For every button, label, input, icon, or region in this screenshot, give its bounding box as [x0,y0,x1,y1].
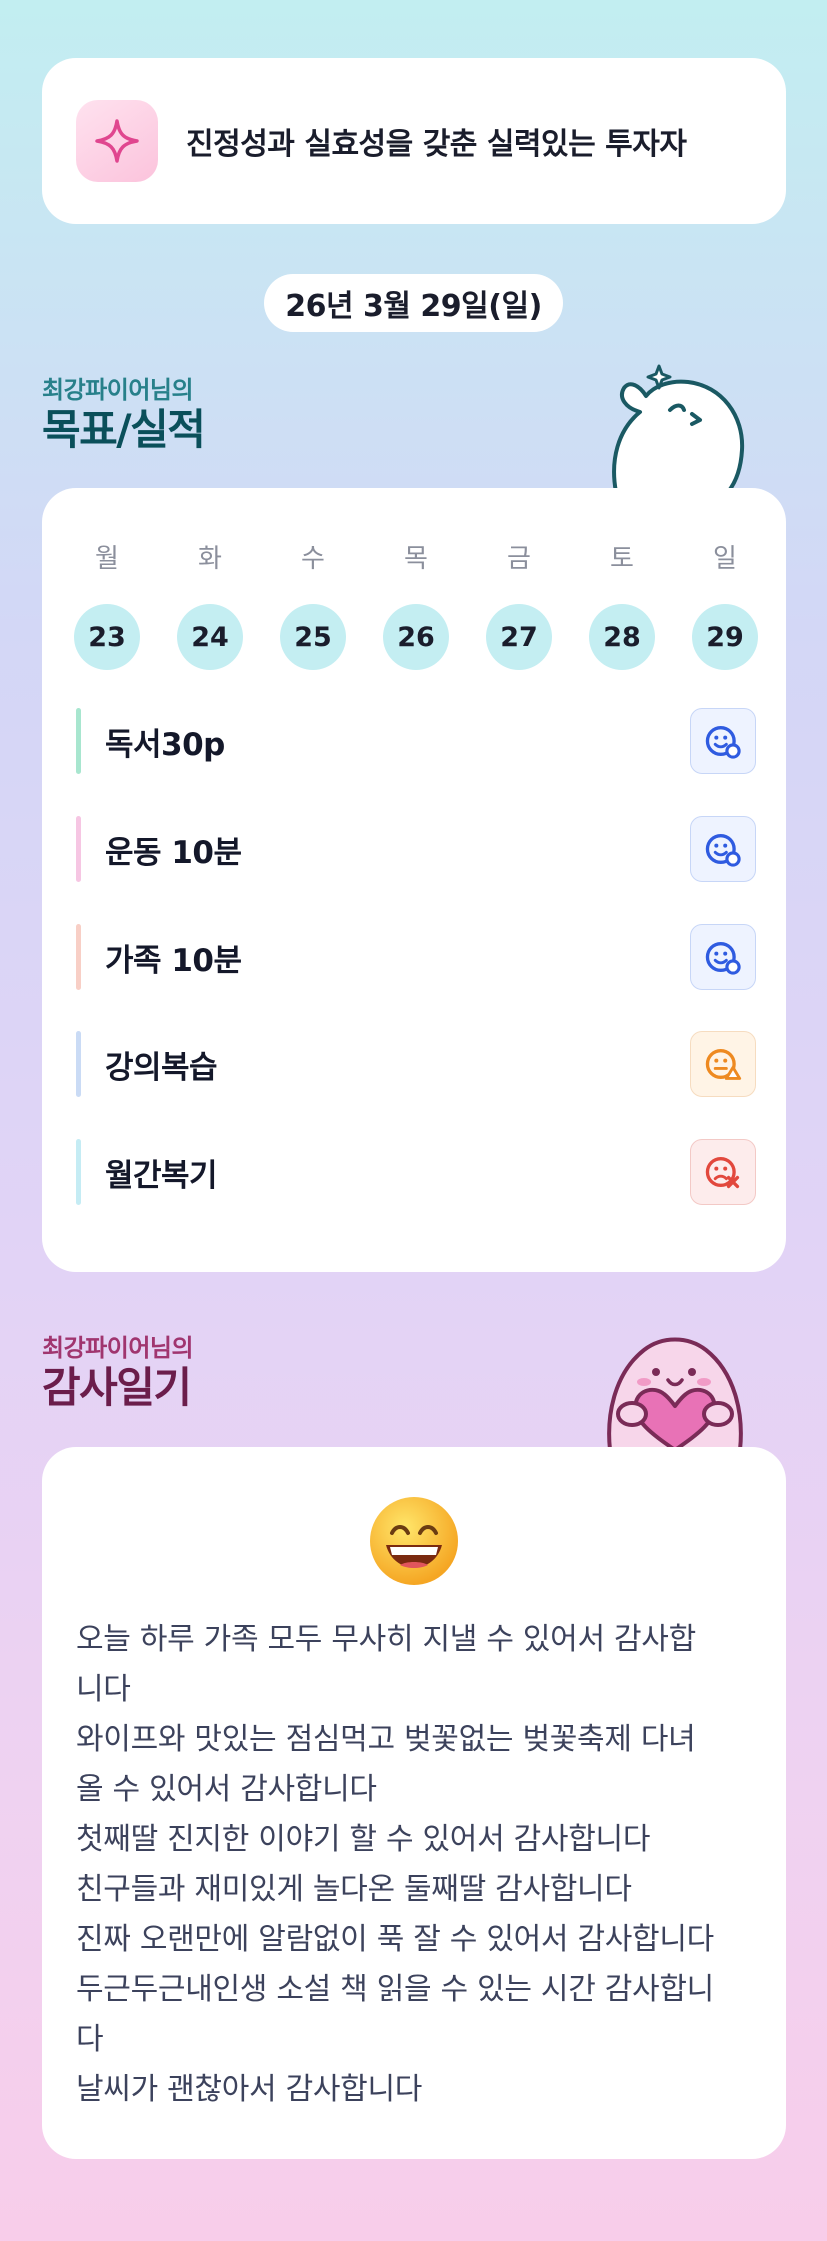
smile-circle-icon[interactable] [690,708,756,774]
diary-line: 첫째딸 진지한 이야기 할 수 있어서 감사합니다 [76,1822,651,1857]
diary-line: 오늘 하루 가족 모두 무사히 지낼 수 있어서 감사합 [76,1622,696,1657]
day-thu[interactable]: 목 26 [383,538,449,670]
day-name: 금 [507,544,531,574]
goal-color-bar [76,1139,81,1205]
day-date[interactable]: 23 [74,604,140,670]
diary-line: 올 수 있어서 감사합니다 [76,1772,377,1807]
goal-item-lecture-review[interactable]: 강의복습 [76,1029,756,1099]
day-name: 월 [95,544,119,574]
goal-label: 월간복기 [105,1157,218,1194]
goal-color-bar [76,1031,81,1097]
waving-mascot-icon [612,364,745,492]
day-date[interactable]: 26 [383,604,449,670]
identity-card: 진정성과 실효성을 갖춘 실력있는 투자자 [42,58,786,224]
goal-color-bar [76,708,81,774]
goal-item-reading[interactable]: 독서30p [76,706,756,776]
heart-mascot-icon [607,1337,743,1450]
day-name: 목 [404,544,428,574]
day-date[interactable]: 28 [589,604,655,670]
day-name: 수 [301,544,325,574]
day-mon[interactable]: 월 23 [74,538,140,670]
goal-color-bar [76,924,81,990]
day-sat[interactable]: 토 28 [589,538,655,670]
goal-label: 가족 10분 [105,942,242,979]
diary-line: 다 [76,2022,104,2057]
goal-color-bar [76,816,81,882]
day-fri[interactable]: 금 27 [486,538,552,670]
smile-circle-icon[interactable] [690,816,756,882]
diary-line: 와이프와 맛있는 점심먹고 벚꽃없는 벚꽃축제 다녀 [76,1722,696,1757]
goal-label: 운동 10분 [105,834,242,871]
identity-text: 진정성과 실효성을 갖춘 실력있는 투자자 [186,127,687,162]
thanks-diary-text: 오늘 하루 가족 모두 무사히 지낼 수 있어서 감사합 니다 와이프와 맛있는… [76,1615,762,2115]
diary-line: 친구들과 재미있게 놀다온 둘째딸 감사합니다 [76,1872,632,1907]
day-date[interactable]: 27 [486,604,552,670]
diary-line: 두근두근내인생 소설 책 읽을 수 있는 시간 감사합니 [76,1972,714,2007]
goals-card: 월 23 화 24 수 25 목 26 금 27 토 28 일 29 독서30p 운동 10분… [42,488,786,1272]
day-date[interactable]: 24 [177,604,243,670]
sad-x-icon[interactable] [690,1139,756,1205]
day-sun[interactable]: 일 29 [692,538,758,670]
goal-label: 독서30p [105,726,225,763]
thanks-diary-card: 오늘 하루 가족 모두 무사히 지낼 수 있어서 감사합 니다 와이프와 맛있는… [42,1447,786,2159]
goals-title: 목표/실적 [42,405,206,454]
thanks-title: 감사일기 [42,1363,192,1412]
day-name: 일 [713,544,737,574]
goal-label: 강의복습 [105,1049,218,1086]
goal-item-family[interactable]: 가족 10분 [76,922,756,992]
goal-item-monthly-review[interactable]: 월간복기 [76,1137,756,1207]
day-date[interactable]: 25 [280,604,346,670]
date-pill[interactable]: 26년 3월 29일(일) [264,274,563,332]
week-calendar: 월 23 화 24 수 25 목 26 금 27 토 28 일 29 [74,538,758,670]
goal-item-exercise[interactable]: 운동 10분 [76,814,756,884]
day-name: 토 [610,544,634,574]
meh-triangle-icon[interactable] [690,1031,756,1097]
diary-line: 진짜 오랜만에 알람없이 푹 잘 수 있어서 감사합니다 [76,1922,714,1957]
day-name: 화 [198,544,222,574]
sparkle-icon [76,100,158,182]
smile-circle-icon[interactable] [690,924,756,990]
grinning-face-icon [370,1497,458,1585]
day-date[interactable]: 29 [692,604,758,670]
diary-line: 니다 [76,1672,131,1707]
day-tue[interactable]: 화 24 [177,538,243,670]
day-wed[interactable]: 수 25 [280,538,346,670]
diary-line: 날씨가 괜찮아서 감사합니다 [76,2072,423,2107]
